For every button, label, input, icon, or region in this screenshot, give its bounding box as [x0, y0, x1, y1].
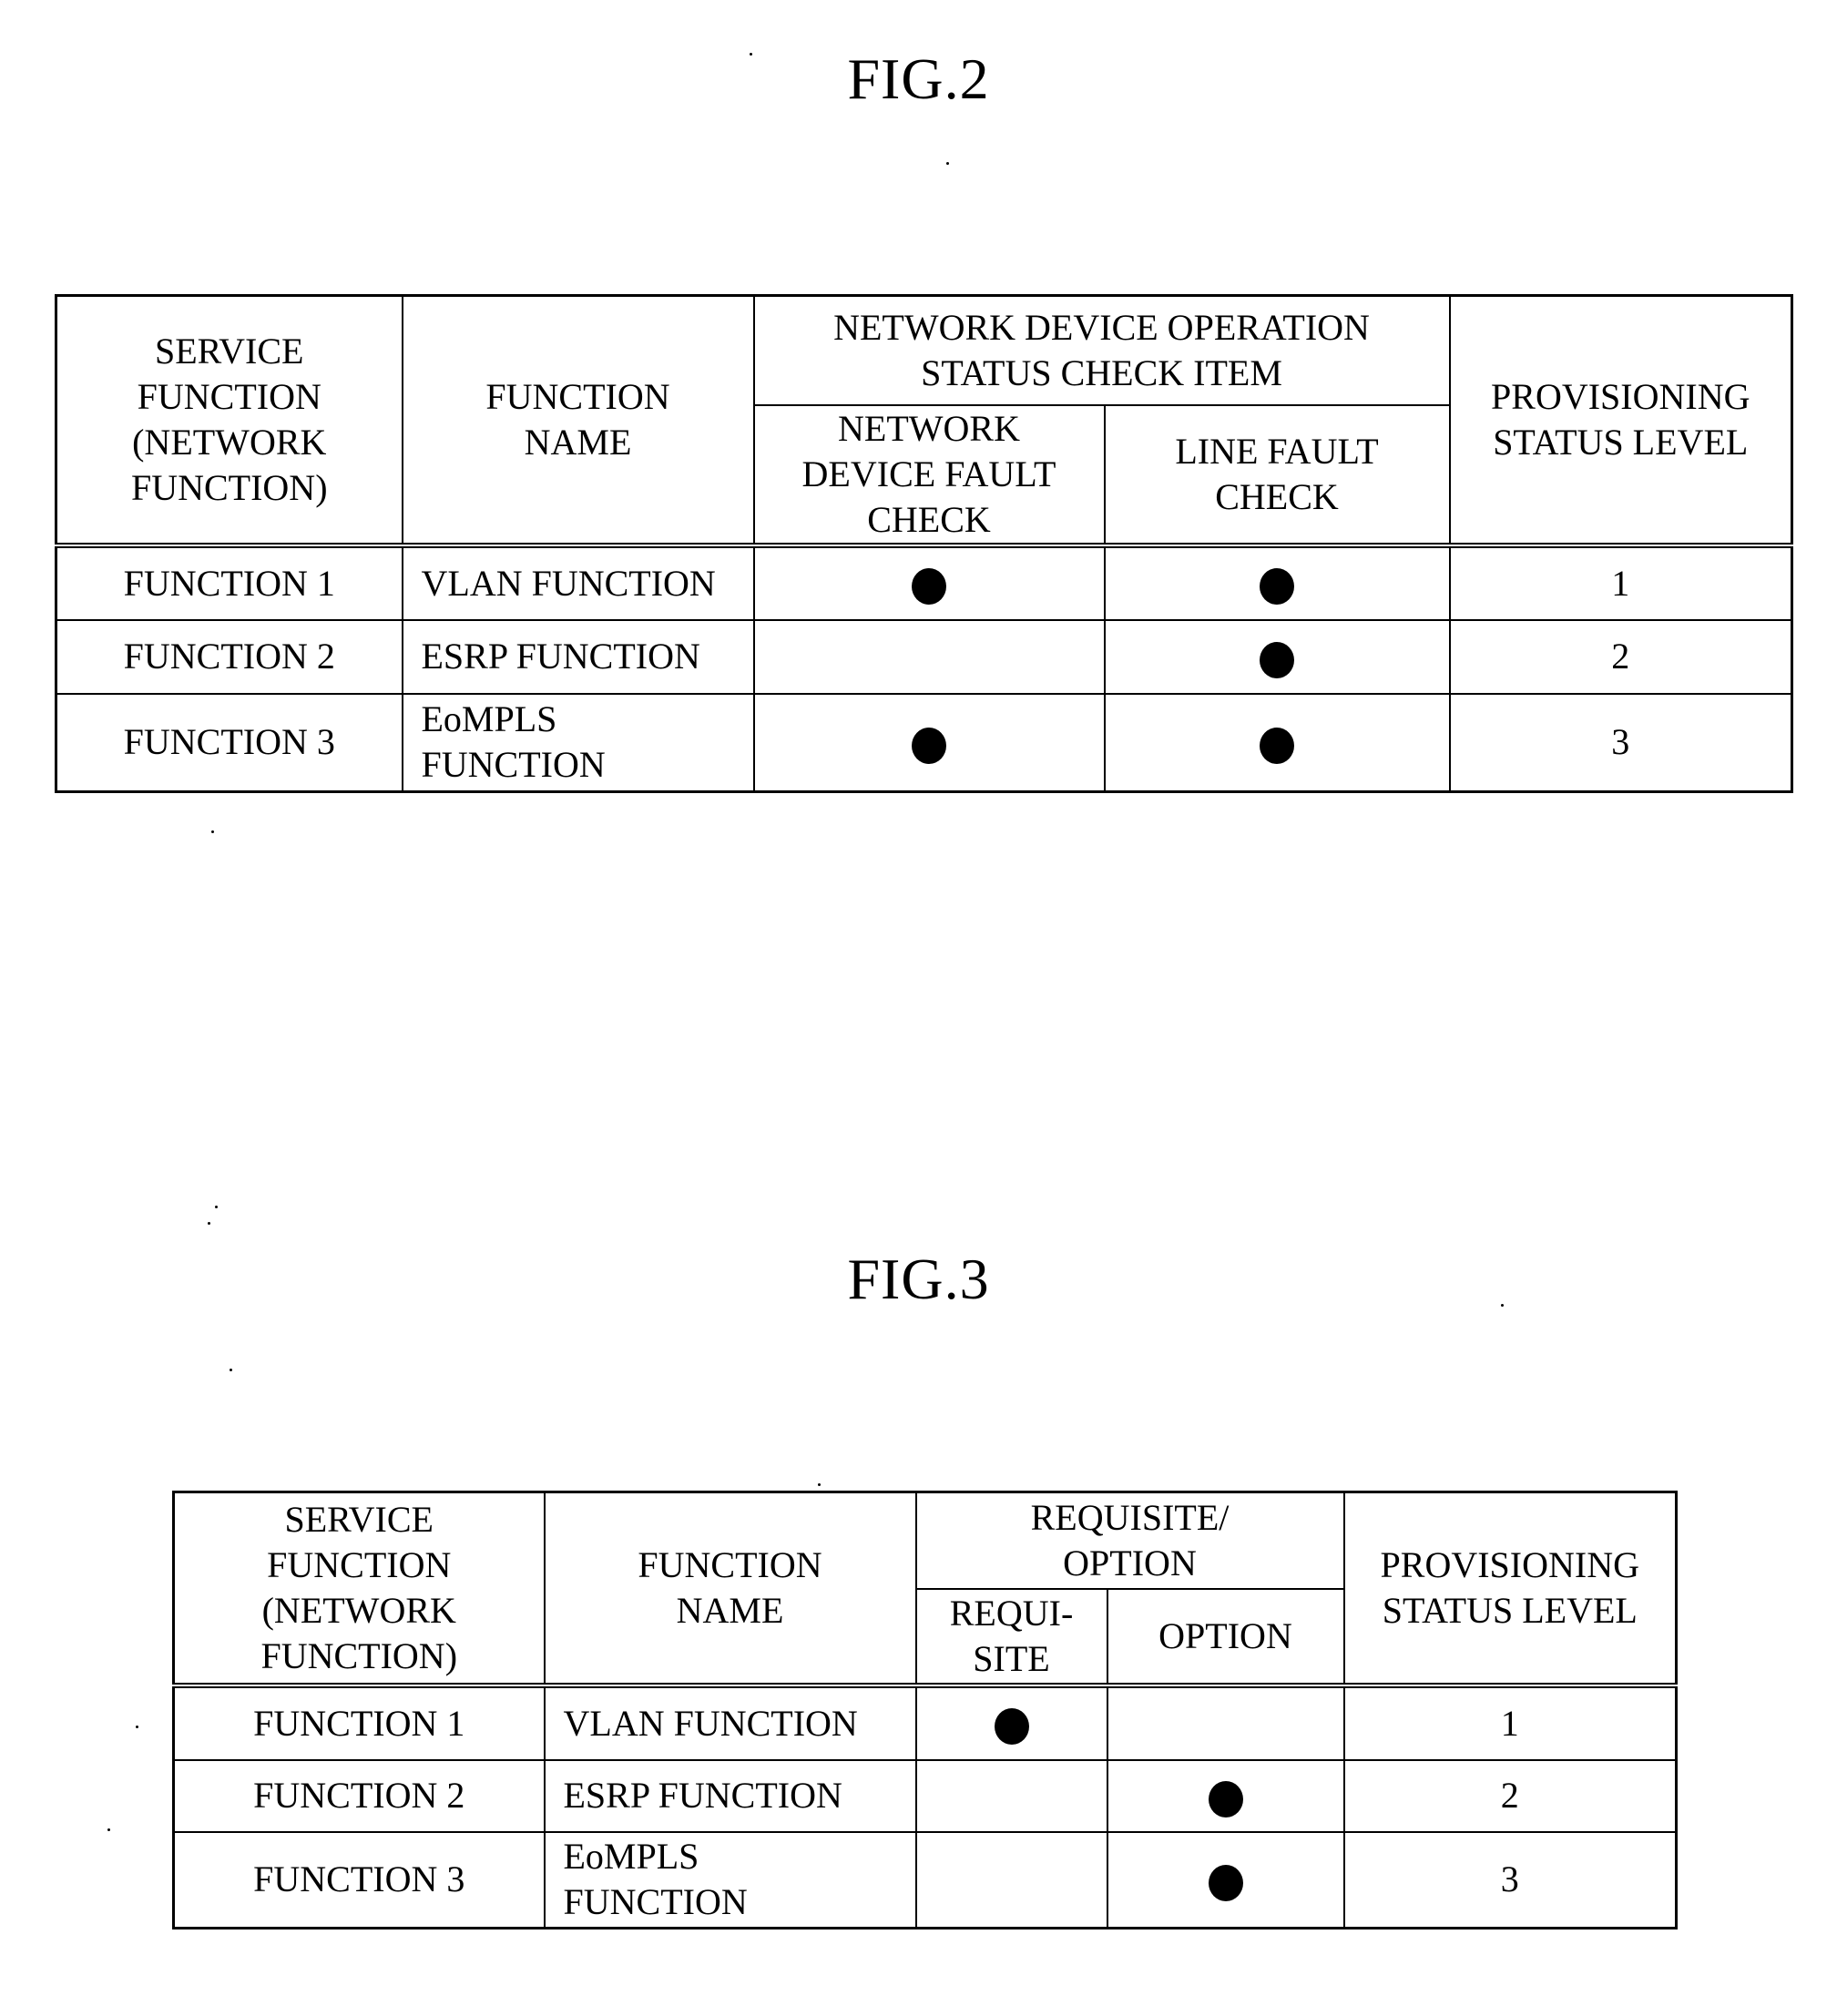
scan-speck	[107, 1828, 110, 1831]
table-row: FUNCTION 2 ESRP FUNCTION 2	[172, 1758, 1678, 1833]
cell-provisioning-level: 1	[1342, 1684, 1678, 1761]
filled-circle-icon	[994, 1708, 1029, 1746]
cell-provisioning-level: 3	[1448, 692, 1793, 793]
scan-speck	[750, 53, 752, 56]
cell-function-name: VLAN FUNCTION	[401, 544, 755, 621]
filled-circle-icon	[1260, 568, 1294, 606]
cell-function-name: EoMPLS FUNCTION	[401, 692, 755, 793]
cell-sub1	[752, 544, 1106, 621]
filled-circle-icon	[1260, 728, 1294, 765]
table-row: FUNCTION 1 VLAN FUNCTION 1	[55, 544, 1793, 621]
filled-circle-icon	[1208, 1865, 1243, 1902]
header-group: NETWORK DEVICE OPERATION STATUS CHECK IT…	[752, 294, 1451, 406]
filled-circle-icon	[1208, 1780, 1243, 1817]
cell-sub1	[914, 1684, 1108, 1761]
figure-2-table: SERVICE FUNCTION (NETWORK FUNCTION) FUNC…	[55, 294, 1793, 793]
figure-3-table: SERVICE FUNCTION (NETWORK FUNCTION) FUNC…	[172, 1491, 1679, 1929]
cell-sub1	[914, 1758, 1108, 1833]
table-body: FUNCTION 1 VLAN FUNCTION 1 FUNCTION 2 ESRP F…	[172, 1684, 1678, 1929]
header-sub1: NETWORK DEVICE FAULT CHECK	[752, 403, 1106, 548]
figure-2-title: FIG.2	[847, 46, 990, 111]
cell-sub2	[1106, 1758, 1345, 1833]
header-provisioning-level: PROVISIONING STATUS LEVEL	[1342, 1491, 1678, 1688]
figure-3-title: FIG.3	[847, 1247, 990, 1311]
scan-speck	[211, 830, 214, 833]
table-row: FUNCTION 2 ESRP FUNCTION 2	[55, 618, 1793, 695]
table-row: FUNCTION 3 EoMPLS FUNCTION 3	[172, 1830, 1678, 1929]
table-row: FUNCTION 1 VLAN FUNCTION 1	[172, 1684, 1678, 1761]
cell-service-function: FUNCTION 2	[172, 1758, 546, 1833]
table-body: FUNCTION 1 VLAN FUNCTION 1 FUNCTION 2 ESRP F…	[55, 544, 1793, 793]
header-service-function: SERVICE FUNCTION (NETWORK FUNCTION)	[55, 294, 403, 548]
cell-function-name: ESRP FUNCTION	[543, 1758, 917, 1833]
cell-provisioning-level: 2	[1342, 1758, 1678, 1833]
scan-speck	[230, 1369, 232, 1371]
cell-sub2	[1103, 618, 1451, 695]
cell-sub2	[1103, 692, 1451, 793]
scan-speck	[818, 1483, 821, 1486]
header-sub2: OPTION	[1106, 1587, 1345, 1688]
header-function-name: FUNCTION NAME	[401, 294, 755, 548]
cell-service-function: FUNCTION 3	[55, 692, 403, 793]
header-provisioning-level: PROVISIONING STATUS LEVEL	[1448, 294, 1793, 548]
filled-circle-icon	[1260, 641, 1294, 678]
filled-circle-icon	[912, 728, 946, 765]
cell-sub1	[914, 1830, 1108, 1929]
cell-service-function: FUNCTION 1	[172, 1684, 546, 1761]
scan-speck	[136, 1726, 138, 1728]
header-group: REQUISITE/ OPTION	[914, 1491, 1345, 1590]
table-row: FUNCTION 3 EoMPLS FUNCTION 3	[55, 692, 1793, 793]
cell-provisioning-level: 2	[1448, 618, 1793, 695]
scan-speck	[1501, 1304, 1504, 1307]
scan-speck	[215, 1206, 218, 1208]
cell-function-name: ESRP FUNCTION	[401, 618, 755, 695]
header-sub2: LINE FAULT CHECK	[1103, 403, 1451, 548]
cell-sub2	[1103, 544, 1451, 621]
header-function-name: FUNCTION NAME	[543, 1491, 917, 1688]
header-sub1: REQUI- SITE	[914, 1587, 1108, 1688]
filled-circle-icon	[912, 568, 946, 606]
scan-speck	[208, 1222, 210, 1225]
cell-service-function: FUNCTION 3	[172, 1830, 546, 1929]
cell-service-function: FUNCTION 2	[55, 618, 403, 695]
header-service-function: SERVICE FUNCTION (NETWORK FUNCTION)	[172, 1491, 546, 1688]
cell-sub2	[1106, 1830, 1345, 1929]
cell-provisioning-level: 1	[1448, 544, 1793, 621]
cell-function-name: EoMPLS FUNCTION	[543, 1830, 917, 1929]
cell-sub1	[752, 618, 1106, 695]
scan-speck	[946, 162, 949, 165]
cell-sub2	[1106, 1684, 1345, 1761]
cell-function-name: VLAN FUNCTION	[543, 1684, 917, 1761]
cell-sub1	[752, 692, 1106, 793]
cell-provisioning-level: 3	[1342, 1830, 1678, 1929]
cell-service-function: FUNCTION 1	[55, 544, 403, 621]
